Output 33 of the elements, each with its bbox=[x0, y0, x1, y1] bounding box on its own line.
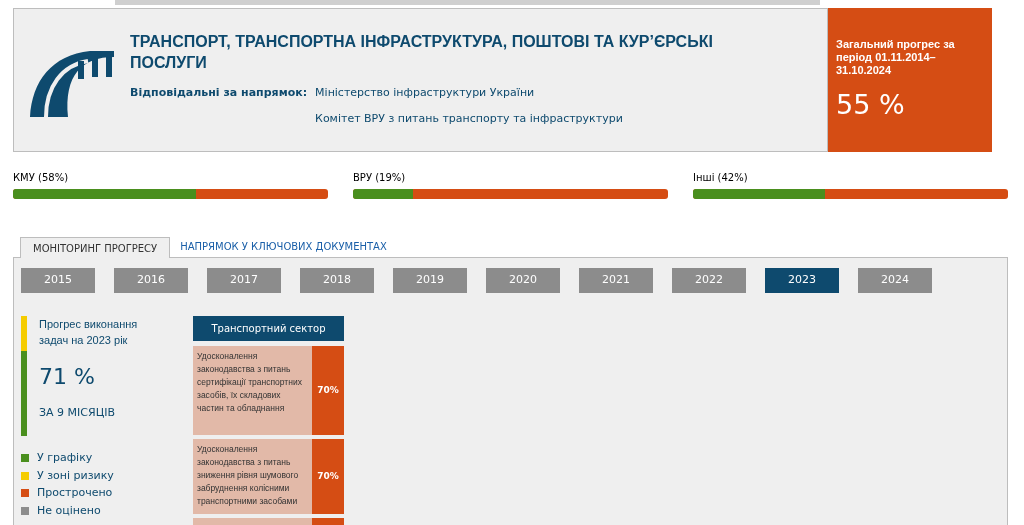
tab[interactable]: МОНІТОРИНГ ПРОГРЕСУ bbox=[20, 237, 171, 258]
responsible-body: Міністерство інфраструктури України bbox=[315, 85, 536, 101]
responsible-body: Комітет ВРУ з питань транспорту та інфраструктури bbox=[315, 110, 623, 127]
task-value: 70% bbox=[312, 346, 344, 435]
task-text: Удосконалення законодавства з питань сертифікації транспортних засобів, їх складових частин та обладнання bbox=[193, 346, 312, 435]
legend-label: У графіку bbox=[37, 450, 93, 466]
tab[interactable]: НАПРЯМОК У КЛЮЧОВИХ ДОКУМЕНТАХ bbox=[170, 236, 397, 257]
overall-progress-value: 55 % bbox=[836, 88, 906, 122]
year-tab[interactable]: 2019 bbox=[393, 268, 467, 293]
year-tab[interactable]: 2021 bbox=[579, 268, 653, 293]
section-title: ТРАНСПОРТ, ТРАНСПОРТНА ІНФРАСТРУКТУРА, ПОШТОВІ ТА КУР’ЄРСЬКІ ПОСЛУГИ bbox=[130, 32, 714, 73]
year-tab[interactable]: 2018 bbox=[300, 268, 374, 293]
responsible-label: Відповідальні за напрямок: bbox=[130, 85, 308, 101]
task-text: Удосконалення законодавства з питань зниження рівня шумового забруднення колісними транспортними засобами bbox=[193, 439, 312, 514]
bar-label: КМУ (58%) bbox=[13, 171, 70, 185]
legend-label: Не оцінено bbox=[37, 502, 101, 519]
year-tab[interactable]: 2023 bbox=[765, 268, 839, 293]
overall-progress-label: Загальний прогрес за період 01.11.2014–31.10.2024 bbox=[836, 38, 956, 77]
year-tab[interactable]: 2016 bbox=[114, 268, 188, 293]
sector-header: Транспортний сектор bbox=[193, 316, 344, 341]
year-tab[interactable]: 2017 bbox=[207, 268, 281, 293]
progress-period: ЗА 9 МІСЯЦІВ bbox=[39, 405, 116, 421]
legend-label: Прострочено bbox=[37, 485, 113, 501]
progress-value: 71 % bbox=[39, 363, 96, 391]
bar-label: Інші (42%) bbox=[693, 171, 749, 185]
task-value: 70% bbox=[312, 439, 344, 514]
year-tab[interactable]: 2020 bbox=[486, 268, 560, 293]
year-tab[interactable]: 2022 bbox=[672, 268, 746, 293]
year-tab[interactable]: 2024 bbox=[858, 268, 932, 293]
bar-label: ВРУ (19%) bbox=[353, 171, 407, 185]
progress-title: Прогрес виконання задач на 2023 рік bbox=[39, 317, 139, 348]
year-tab[interactable]: 2015 bbox=[21, 268, 95, 293]
legend-label: У зоні ризику bbox=[37, 467, 114, 484]
